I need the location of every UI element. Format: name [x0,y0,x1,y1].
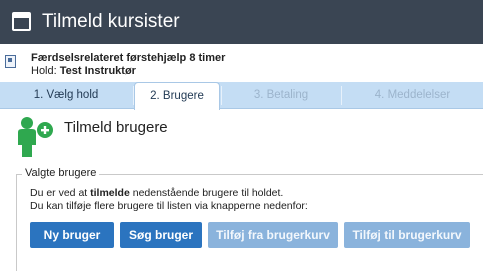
hold-value: Test Instruktør [59,65,136,77]
add-to-basket-button[interactable]: Tilføj til brugerkurv [344,222,470,248]
info-text: Du er ved at tilmelde nedenstående bruge… [30,187,283,199]
selected-users-legend: Valgte brugere [22,167,100,179]
add-from-basket-button[interactable]: Tilføj fra brugerkurv [208,222,338,248]
tab-payment: 3. Betaling [253,89,309,101]
add-user-icon [18,117,53,157]
window-icon [12,12,31,31]
page-title: Tilmeld brugere [64,119,168,136]
window-title: Tilmeld kursister [42,11,180,32]
course-name: Færdselsrelateret førstehjælp 8 timer [31,52,226,64]
wizard-tabs: 1. Vælg hold 2. Brugere 3. Betaling 4. M… [0,82,483,110]
hold-label: Hold: [31,65,57,77]
title-bar: Tilmeld kursister [0,0,483,44]
course-icon [5,55,16,68]
info-text-bold: tilmelde [90,187,130,199]
tab-users[interactable]: 2. Brugere [134,82,220,110]
new-user-button[interactable]: Ny bruger [30,222,114,248]
course-info: Færdselsrelateret førstehjælp 8 timer Ho… [0,44,483,82]
search-user-button[interactable]: Søg bruger [120,222,202,248]
tab-messages: 4. Meddelelser [374,89,451,101]
course-hold: Hold: Test Instruktør [31,65,136,77]
info-text-2: Du kan tilføje flere brugere til listen … [30,200,308,212]
info-text-post: nedenstående brugere til holdet. [129,187,284,199]
info-text-pre: Du er ved at [30,187,91,199]
tab-select-team[interactable]: 1. Vælg hold [0,82,132,109]
